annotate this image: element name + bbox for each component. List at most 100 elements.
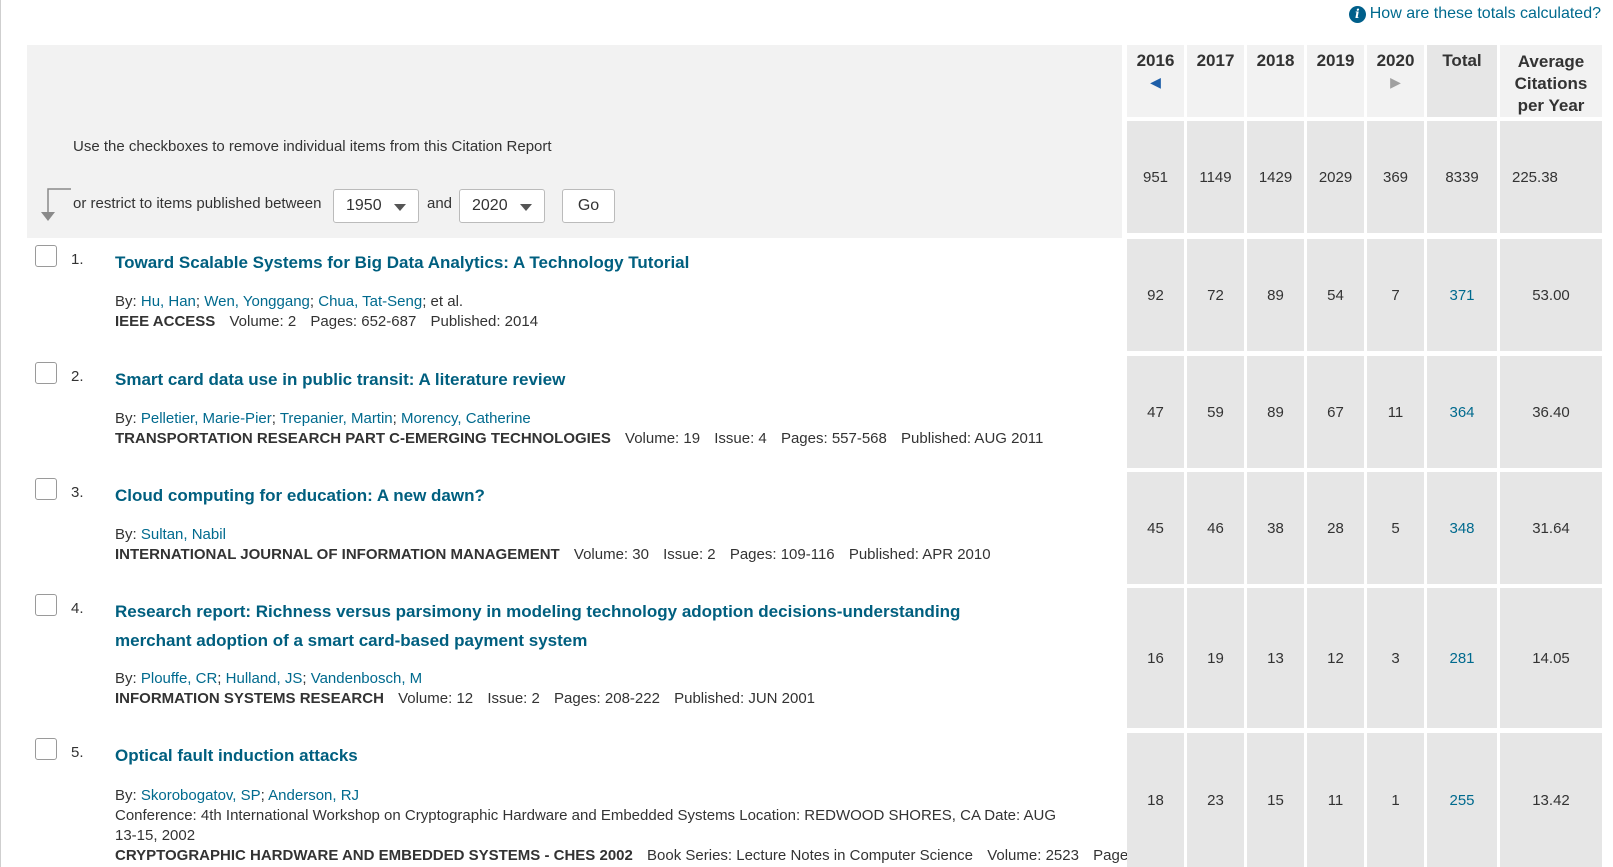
item-title-link[interactable]: Research report: Richness versus parsimo…: [115, 597, 995, 655]
year-label: 2017: [1196, 51, 1235, 70]
totals-help-link[interactable]: i How are these totals calculated?: [1348, 5, 1601, 23]
year-count-cell: 89: [1247, 239, 1304, 351]
item-source-line: IEEE ACCESS Volume: 2 Pages: 652-687 Pub…: [115, 312, 1075, 332]
journal-name: TRANSPORTATION RESEARCH PART C-EMERGING …: [115, 430, 611, 447]
item-checkbox[interactable]: [35, 362, 57, 384]
total-citations-link[interactable]: 255: [1427, 733, 1497, 867]
year-count-cell: 12: [1307, 588, 1364, 728]
author-link[interactable]: Morency, Catherine: [401, 410, 531, 427]
item-detail: Volume: 2523: [987, 847, 1079, 864]
totals-cell: 2029: [1307, 121, 1364, 233]
author-link[interactable]: Wen, Yonggang: [204, 293, 310, 310]
author-link[interactable]: Hulland, JS: [226, 670, 303, 687]
et-al-label: ; et al.: [422, 293, 464, 310]
year-label: 2016: [1136, 51, 1175, 70]
by-label: By:: [115, 526, 137, 543]
next-year-arrow-icon: ▶: [1390, 74, 1401, 90]
from-year-value: 1950: [346, 197, 382, 214]
item-detail: Issue: 2: [663, 546, 716, 563]
item-detail: Pages: 652-687: [310, 313, 417, 330]
year-label: 2018: [1256, 51, 1295, 70]
author-link[interactable]: Trepanier, Martin: [280, 410, 393, 427]
author-link[interactable]: Anderson, RJ: [268, 787, 359, 804]
year-count-cell: 92: [1127, 239, 1184, 351]
item-number: 1.: [71, 251, 84, 268]
item-checkbox[interactable]: [35, 594, 57, 616]
to-year-select[interactable]: 2020: [459, 189, 545, 223]
total-citations-link[interactable]: 348: [1427, 472, 1497, 584]
total-citations-link[interactable]: 371: [1427, 239, 1497, 351]
year-count-cell: 11: [1307, 733, 1364, 867]
item-detail: Pages: 109-116: [729, 546, 835, 563]
item-number: 5.: [71, 744, 84, 761]
item-title-link[interactable]: Optical fault induction attacks: [115, 741, 995, 770]
item-authors-line: By: Pelletier, Marie-Pier; Trepanier, Ma…: [115, 410, 531, 427]
item-authors-line: By: Sultan, Nabil: [115, 525, 1075, 545]
year-header-2018: 2018: [1247, 45, 1304, 117]
year-count-cell: 16: [1127, 588, 1184, 728]
author-link[interactable]: Pelletier, Marie-Pier: [141, 410, 272, 427]
item-title-link[interactable]: Smart card data use in public transit: A…: [115, 365, 995, 394]
journal-name: INFORMATION SYSTEMS RESEARCH: [115, 690, 384, 707]
item-source-line: TRANSPORTATION RESEARCH PART C-EMERGING …: [115, 429, 1075, 449]
average-label-line: Average: [1517, 52, 1585, 71]
total-citations-link[interactable]: 364: [1427, 356, 1497, 468]
average-citations-cell: 13.42: [1500, 733, 1602, 867]
by-label: By:: [115, 670, 137, 687]
year-label: 2020: [1376, 51, 1415, 70]
item-number: 4.: [71, 600, 84, 617]
author-link[interactable]: Plouffe, CR: [141, 670, 217, 687]
item-source-line: INTERNATIONAL JOURNAL OF INFORMATION MAN…: [115, 545, 1075, 565]
to-year-value: 2020: [472, 197, 508, 214]
item-detail: Volume: 19: [625, 430, 701, 447]
author-link[interactable]: Skorobogatov, SP: [141, 787, 261, 804]
by-label: By:: [115, 787, 137, 804]
item-detail: Pages: 208-222: [554, 690, 660, 707]
item-detail: Published: 2014: [430, 313, 539, 330]
year-count-cell: 54: [1307, 239, 1364, 351]
year-header-2020: 2020 ▶: [1367, 45, 1424, 117]
total-citations-link[interactable]: 281: [1427, 588, 1497, 728]
by-label: By:: [115, 293, 137, 310]
restrict-controls-panel: Use the checkboxes to remove individual …: [27, 45, 1122, 238]
average-citations-cell: 14.05: [1500, 588, 1602, 728]
item-checkbox[interactable]: [35, 245, 57, 267]
year-header-2017: 2017: [1187, 45, 1244, 117]
totals-average-cell: 225.38: [1500, 121, 1602, 233]
from-year-select[interactable]: 1950: [333, 189, 419, 223]
item-authors-line: By: Hu, Han; Wen, Yonggang; Chua, Tat-Se…: [115, 293, 464, 310]
year-count-cell: 67: [1307, 356, 1364, 468]
item-checkbox[interactable]: [35, 478, 57, 500]
previous-year-arrow-icon[interactable]: ◀: [1127, 75, 1184, 89]
item-source-line: INFORMATION SYSTEMS RESEARCH Volume: 12 …: [115, 689, 1075, 709]
totals-cell: 1429: [1247, 121, 1304, 233]
item-detail: Pages: 557-568: [780, 430, 887, 447]
author-link[interactable]: Sultan, Nabil: [141, 526, 226, 543]
item-detail: Volume: 2: [229, 313, 297, 330]
item-detail: Published: AUG 2011: [901, 430, 1044, 447]
item-detail: Volume: 12: [398, 690, 474, 707]
item-title-link[interactable]: Cloud computing for education: A new daw…: [115, 481, 995, 510]
author-link[interactable]: Chua, Tat-Seng: [318, 293, 422, 310]
go-button[interactable]: Go: [562, 189, 615, 223]
checkbox-instructions: Use the checkboxes to remove individual …: [73, 138, 552, 155]
totals-cell: 951: [1127, 121, 1184, 233]
item-number: 3.: [71, 484, 84, 501]
author-link[interactable]: Hu, Han: [141, 293, 196, 310]
item-number: 2.: [71, 368, 84, 385]
item-checkbox[interactable]: [35, 738, 57, 760]
total-label: Total: [1442, 51, 1482, 70]
journal-name: IEEE ACCESS: [115, 313, 216, 330]
item-detail: Issue: 2: [487, 690, 540, 707]
year-count-cell: 72: [1187, 239, 1244, 351]
item-detail: Volume: 30: [573, 546, 649, 563]
author-link[interactable]: Vandenbosch, M: [311, 670, 422, 687]
item-title-link[interactable]: Toward Scalable Systems for Big Data Ana…: [115, 248, 995, 277]
year-count-cell: 59: [1187, 356, 1244, 468]
year-count-cell: 18: [1127, 733, 1184, 867]
year-label: 2019: [1316, 51, 1355, 70]
year-count-cell: 7: [1367, 239, 1424, 351]
journal-name: INTERNATIONAL JOURNAL OF INFORMATION MAN…: [115, 546, 560, 563]
year-count-cell: 47: [1127, 356, 1184, 468]
year-header-2019: 2019: [1307, 45, 1364, 117]
